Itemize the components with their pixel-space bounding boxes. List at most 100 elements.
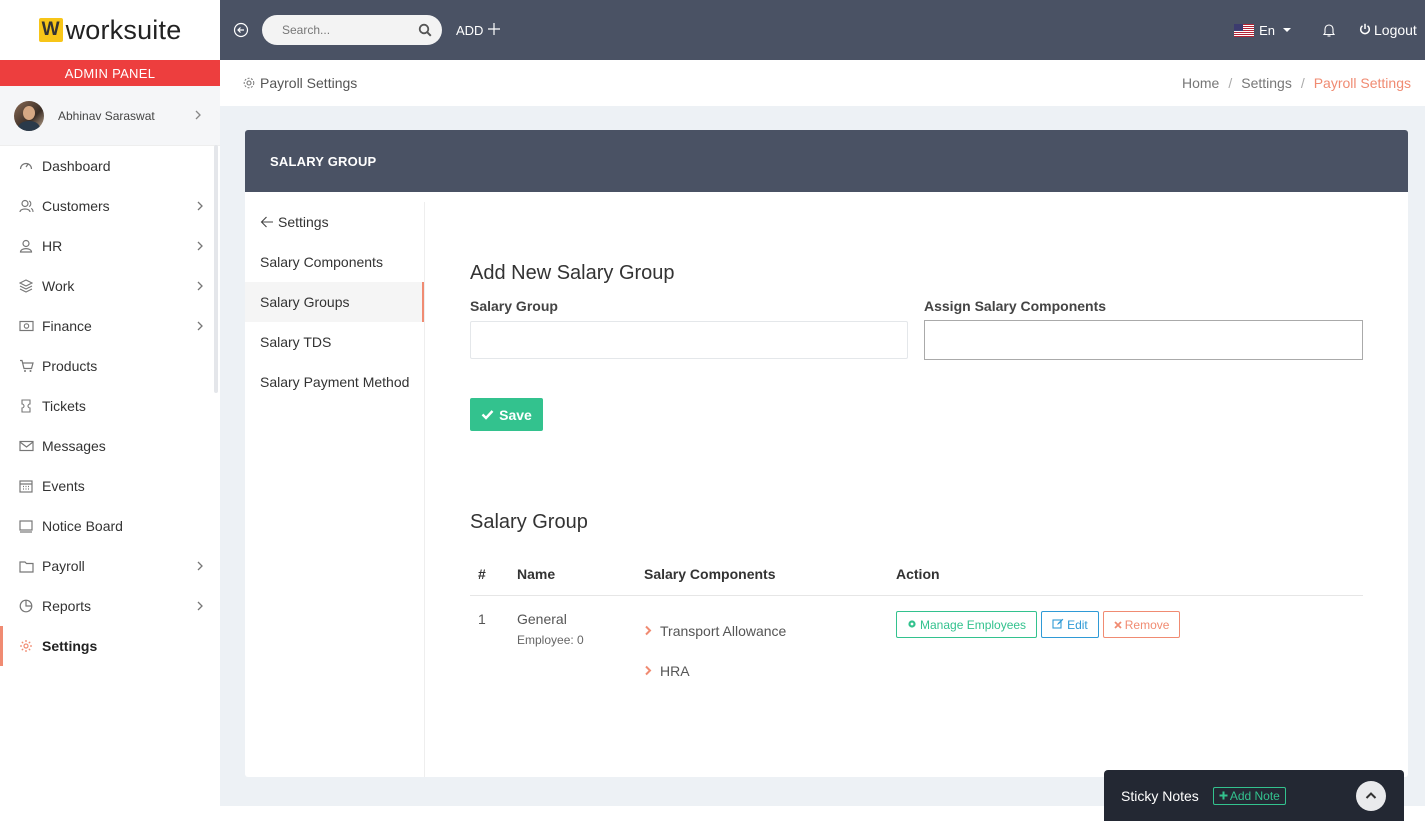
logout-label: Logout <box>1374 22 1417 38</box>
component-item: HRA <box>644 661 896 681</box>
arrow-left-icon <box>260 215 274 229</box>
assign-components-label: Assign Salary Components <box>924 298 1107 314</box>
page-title-text: Payroll Settings <box>260 75 358 91</box>
sidebar-item-label: Notice Board <box>42 518 123 534</box>
admin-panel-banner: ADMIN PANEL <box>0 60 220 86</box>
employee-count: Employee: 0 <box>517 633 584 647</box>
row-index: 1 <box>478 611 486 627</box>
component-item: Transport Allowance <box>644 621 896 641</box>
component-name: HRA <box>660 663 690 679</box>
sidebar-item-label: Tickets <box>42 398 86 414</box>
layers-icon <box>18 278 34 294</box>
sidebar-menu: Dashboard Customers HR Work Finance Prod… <box>0 146 220 666</box>
column-header-action: Action <box>896 565 940 582</box>
sidebar-item-label: Payroll <box>42 558 85 574</box>
chevron-right-icon <box>196 319 204 334</box>
bell-icon[interactable] <box>1321 22 1337 38</box>
sidebar-item-settings[interactable]: Settings <box>0 626 220 666</box>
search-box <box>262 15 442 45</box>
top-right-controls: En Logout <box>1234 0 1425 60</box>
calendar-icon <box>18 478 34 494</box>
add-note-button[interactable]: Add Note <box>1212 786 1286 805</box>
sidebar-item-reports[interactable]: Reports <box>0 586 220 626</box>
sidebar-item-messages[interactable]: Messages <box>0 426 220 466</box>
sidebar-item-hr[interactable]: HR <box>0 226 220 266</box>
gear-icon <box>18 638 34 654</box>
sidebar: W worksuite ADMIN PANEL Abhinav Saraswat… <box>0 0 220 821</box>
dashboard-icon <box>18 158 34 174</box>
settings-nav-salary-groups[interactable]: Salary Groups <box>245 282 424 322</box>
user-name: Abhinav Saraswat <box>58 108 155 123</box>
chevron-right-icon <box>194 109 202 123</box>
breadcrumb-settings[interactable]: Settings <box>1241 75 1292 91</box>
add-label: ADD <box>456 22 484 38</box>
search-input[interactable] <box>282 23 418 37</box>
assign-components-select[interactable] <box>924 320 1363 360</box>
edit-button[interactable]: Edit <box>1041 611 1099 638</box>
sidebar-item-label: Work <box>42 278 75 294</box>
money-icon <box>18 318 34 334</box>
salary-group-card: SALARY GROUP Settings Salary Components … <box>245 130 1408 777</box>
envelope-icon <box>18 438 34 454</box>
manage-employees-button[interactable]: Manage Employees <box>896 611 1038 638</box>
chevron-right-icon <box>644 623 652 639</box>
settings-nav-salary-payment-method[interactable]: Salary Payment Method <box>245 362 424 402</box>
logout-button[interactable]: Logout <box>1359 22 1425 38</box>
salary-group-form: Salary Group Assign Salary Components <box>470 298 1363 360</box>
sidebar-item-label: Customers <box>42 198 110 214</box>
card-header: SALARY GROUP <box>245 130 1408 192</box>
add-button[interactable]: ADD <box>456 22 501 39</box>
logo-mark: W <box>38 18 63 42</box>
sidebar-item-work[interactable]: Work <box>0 266 220 306</box>
column-header-name: Name <box>517 565 556 582</box>
sidebar-item-customers[interactable]: Customers <box>0 186 220 226</box>
sidebar-item-products[interactable]: Products <box>0 346 220 386</box>
table-row: 1 General Employee: 0 Transport Allowanc… <box>470 596 1363 701</box>
add-note-label: Add Note <box>1229 788 1280 803</box>
gear-icon <box>242 76 256 90</box>
chevron-right-icon <box>196 279 204 294</box>
language-selector[interactable]: En <box>1234 23 1291 38</box>
caret-down-icon <box>1283 28 1291 32</box>
sidebar-item-label: Products <box>42 358 98 374</box>
salary-group-list-title: Salary Group <box>470 511 588 533</box>
sidebar-scrollbar[interactable] <box>214 145 218 393</box>
user-profile[interactable]: Abhinav Saraswat <box>0 86 220 146</box>
top-navbar: ADD En Logout <box>220 0 1425 60</box>
collapse-sidebar-icon[interactable] <box>233 22 249 38</box>
salary-group-input[interactable] <box>470 321 908 359</box>
sidebar-item-label: Events <box>42 478 85 494</box>
sidebar-item-label: Messages <box>42 438 106 454</box>
row-actions: Manage Employees Edit Remove <box>896 611 1363 638</box>
sidebar-item-events[interactable]: Events <box>0 466 220 506</box>
remove-button[interactable]: Remove <box>1102 611 1181 638</box>
save-label: Save <box>499 406 532 423</box>
sidebar-item-payroll[interactable]: Payroll <box>0 546 220 586</box>
settings-nav: Settings Salary Components Salary Groups… <box>245 202 425 777</box>
sidebar-item-dashboard[interactable]: Dashboard <box>0 146 220 186</box>
search-icon[interactable] <box>418 23 432 37</box>
breadcrumb-current: Payroll Settings <box>1313 75 1411 91</box>
chevron-up-icon[interactable] <box>1356 780 1386 811</box>
settings-nav-salary-components[interactable]: Salary Components <box>245 242 424 282</box>
user-icon <box>18 238 34 254</box>
us-flag-icon <box>1234 23 1255 37</box>
chevron-right-icon <box>196 199 204 214</box>
breadcrumb: Home / Settings / Payroll Settings <box>1182 75 1411 91</box>
cart-icon <box>18 358 34 374</box>
breadcrumb-bar: Payroll Settings Home / Settings / Payro… <box>220 60 1425 106</box>
sidebar-item-tickets[interactable]: Tickets <box>0 386 220 426</box>
settings-nav-salary-tds[interactable]: Salary TDS <box>245 322 424 362</box>
ticket-icon <box>18 398 34 414</box>
monitor-icon <box>18 518 34 534</box>
settings-back-link[interactable]: Settings <box>245 202 424 242</box>
gear-icon <box>907 618 917 632</box>
sidebar-item-label: HR <box>42 238 63 254</box>
breadcrumb-home[interactable]: Home <box>1182 75 1219 91</box>
sidebar-item-notice-board[interactable]: Notice Board <box>0 506 220 546</box>
logo[interactable]: W worksuite <box>0 0 220 60</box>
sidebar-item-finance[interactable]: Finance <box>0 306 220 346</box>
plus-icon <box>487 22 501 39</box>
save-button[interactable]: Save <box>470 398 543 431</box>
users-icon <box>18 198 34 214</box>
